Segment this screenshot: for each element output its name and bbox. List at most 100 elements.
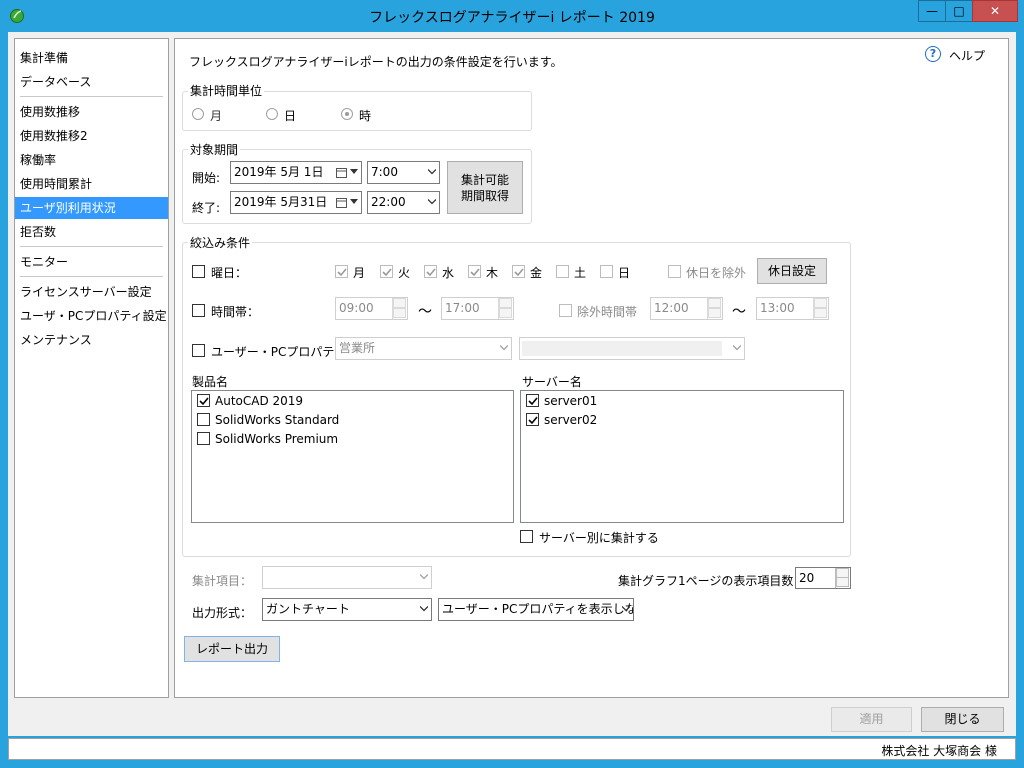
sidebar-separator — [20, 246, 163, 247]
server-label: server01 — [544, 394, 598, 408]
product-checkbox[interactable] — [197, 432, 210, 445]
day-fri-label: 金 — [530, 266, 543, 280]
end-date-picker[interactable]: 2019年 5月31日 — [230, 191, 362, 214]
unit-month-label: 月 — [210, 109, 223, 123]
product-label: AutoCAD 2019 — [215, 394, 304, 408]
app-window: フレックスログアナライザーi レポート 2019 — □ ✕ 集計準備 データベ… — [0, 0, 1024, 768]
day-thu-checkbox[interactable] — [468, 265, 481, 278]
graph-count-spinner[interactable]: 20 — [795, 567, 851, 589]
page-description: フレックスログアナライザーiレポートの出力の条件設定を行います。 — [189, 55, 563, 69]
property-select[interactable]: 営業所 — [335, 337, 512, 360]
sidebar-item-usage-trend[interactable]: 使用数推移 — [15, 101, 168, 123]
help-icon[interactable]: ? — [925, 46, 941, 62]
day-sat-checkbox[interactable] — [556, 265, 569, 278]
sidebar-nav: 集計準備 データベース 使用数推移 使用数推移2 稼働率 使用時間累計 ユーザ別… — [14, 38, 169, 698]
day-mon-checkbox[interactable] — [335, 265, 348, 278]
server-checkbox[interactable] — [526, 394, 539, 407]
timeband-to-spinner[interactable]: 17:00 — [441, 297, 514, 320]
start-time-select[interactable]: 7:00 — [367, 161, 440, 184]
start-date-picker[interactable]: 2019年 5月 1日 — [230, 161, 362, 184]
unit-hour-radio[interactable] — [341, 108, 353, 120]
sidebar-item-utilization[interactable]: 稼働率 — [15, 149, 168, 171]
server-label: server02 — [544, 413, 598, 427]
unit-day-radio[interactable] — [266, 108, 278, 120]
exclude-timeband-checkbox[interactable] — [559, 304, 572, 317]
status-customer: 株式会社 大塚商会 様 — [881, 744, 997, 758]
period-title: 対象期間 — [188, 141, 241, 158]
output-format-label: 出力形式： — [192, 606, 253, 620]
products-title: 製品名 — [192, 375, 229, 389]
report-output-button[interactable]: レポート出力 — [184, 636, 280, 662]
sidebar-item-user-usage[interactable]: ユーザ別利用状況 — [15, 197, 168, 219]
apply-button[interactable]: 適用 — [831, 707, 912, 732]
servers-title: サーバー名 — [522, 375, 582, 389]
day-sun-label: 日 — [618, 266, 631, 280]
day-fri-checkbox[interactable] — [512, 265, 525, 278]
sidebar-item-license-server[interactable]: ライセンスサーバー設定 — [15, 281, 168, 303]
aggregate-item-label: 集計項目： — [192, 574, 253, 588]
minimize-button[interactable]: — — [918, 0, 946, 22]
unit-month-radio[interactable] — [192, 108, 204, 120]
fetch-period-button[interactable]: 集計可能 期間取得 — [447, 161, 523, 214]
property-display-select[interactable]: ユーザー・PCプロパティを表示しない — [438, 598, 634, 621]
exclude-from-spinner[interactable]: 12:00 — [650, 297, 723, 320]
product-checkbox[interactable] — [197, 413, 210, 426]
exclude-holiday-checkbox[interactable] — [668, 265, 681, 278]
day-wed-checkbox[interactable] — [424, 265, 437, 278]
property-checkbox[interactable] — [192, 344, 205, 357]
day-tue-checkbox[interactable] — [380, 265, 393, 278]
exclude-timeband-label: 除外時間帯 — [577, 305, 638, 319]
sidebar-item-user-pc-property[interactable]: ユーザ・PCプロパティ設定 — [15, 305, 168, 327]
day-sun-checkbox[interactable] — [600, 265, 613, 278]
list-item[interactable]: server02 — [526, 411, 826, 430]
day-mon-label: 月 — [353, 266, 366, 280]
end-time-select[interactable]: 22:00 — [367, 191, 440, 214]
chevron-down-icon — [350, 169, 358, 174]
weekday-label: 曜日： — [211, 266, 248, 280]
sidebar-item-usage-trend-2[interactable]: 使用数推移2 — [15, 125, 168, 147]
aggregate-item-select[interactable] — [262, 566, 432, 589]
sidebar-item-maintenance[interactable]: メンテナンス — [15, 329, 168, 351]
timeband-from-spinner[interactable]: 09:00 — [335, 297, 408, 320]
fetch-period-line1: 集計可能 — [460, 173, 509, 187]
timeband-tilde: ～ — [418, 304, 432, 320]
server-checkbox[interactable] — [526, 413, 539, 426]
sidebar-item-usage-time[interactable]: 使用時間累計 — [15, 173, 168, 195]
maximize-button[interactable]: □ — [945, 0, 973, 22]
timeband-checkbox[interactable] — [192, 304, 205, 317]
calendar-icon — [336, 198, 347, 208]
day-sat-label: 土 — [574, 266, 587, 280]
chevron-down-icon — [428, 169, 436, 175]
graph-count-label: 集計グラフ1ページの表示項目数： — [618, 574, 806, 588]
timeband-label: 時間帯： — [211, 305, 260, 319]
sidebar-item-monitor[interactable]: モニター — [15, 251, 168, 273]
time-unit-title: 集計時間単位 — [188, 82, 265, 99]
sidebar-item-database[interactable]: データベース — [15, 71, 168, 93]
per-server-checkbox[interactable] — [520, 530, 533, 543]
day-thu-label: 木 — [486, 266, 499, 280]
sidebar-item-prepare[interactable]: 集計準備 — [15, 47, 168, 69]
list-item[interactable]: SolidWorks Premium — [197, 430, 497, 449]
window-title: フレックスログアナライザーi レポート 2019 — [369, 10, 655, 26]
sidebar-item-denials[interactable]: 拒否数 — [15, 221, 168, 243]
day-wed-label: 水 — [442, 266, 455, 280]
title-bar: フレックスログアナライザーi レポート 2019 — □ ✕ — [0, 0, 1024, 32]
product-checkbox[interactable] — [197, 394, 210, 407]
calendar-icon — [336, 168, 347, 178]
help-link[interactable]: ヘルプ — [949, 47, 985, 64]
weekday-checkbox[interactable] — [192, 265, 205, 278]
close-window-button[interactable]: ✕ — [972, 0, 1018, 22]
chevron-down-icon — [420, 606, 428, 612]
output-format-select[interactable]: ガントチャート — [262, 598, 432, 621]
sidebar-separator — [20, 276, 163, 277]
close-button[interactable]: 閉じる — [921, 707, 1004, 732]
list-item[interactable]: SolidWorks Standard — [197, 411, 497, 430]
settings-panel: フレックスログアナライザーiレポートの出力の条件設定を行います。 ? ヘルプ 集… — [174, 38, 1009, 698]
property-value-select[interactable] — [519, 337, 745, 360]
status-bar: 株式会社 大塚商会 様 — [8, 738, 1016, 760]
holiday-settings-button[interactable]: 休日設定 — [757, 258, 827, 284]
list-item[interactable]: AutoCAD 2019 — [197, 392, 497, 411]
list-item[interactable]: server01 — [526, 392, 826, 411]
exclude-to-spinner[interactable]: 13:00 — [756, 297, 829, 320]
client-area: 集計準備 データベース 使用数推移 使用数推移2 稼働率 使用時間累計 ユーザ別… — [8, 32, 1016, 736]
